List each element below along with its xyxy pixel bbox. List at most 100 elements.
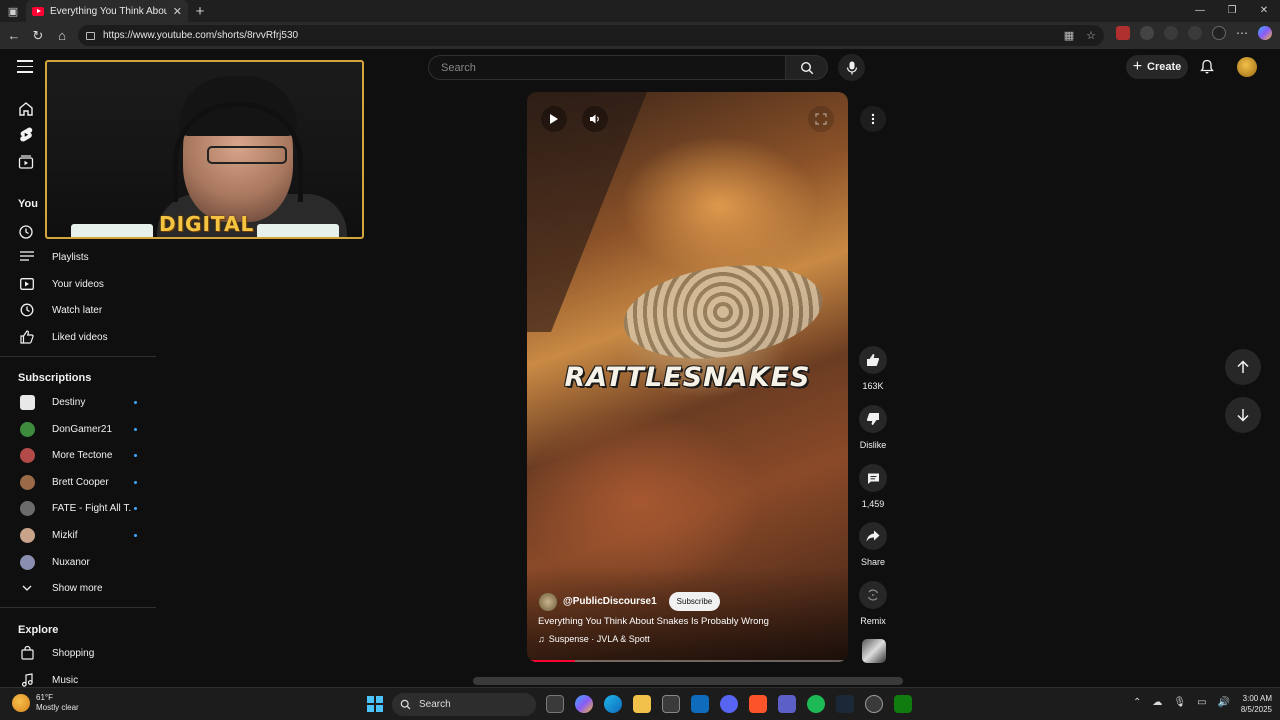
file-explorer-icon[interactable] (633, 695, 651, 713)
store-icon[interactable] (662, 695, 680, 713)
remix-button[interactable]: Remix (855, 581, 891, 626)
subscribe-button[interactable]: Subscribe (668, 592, 721, 611)
shorts-icon[interactable] (17, 126, 35, 144)
sidebar-subscription-destiny[interactable]: Destiny (0, 389, 156, 415)
sidebar-item-music[interactable]: Music (0, 667, 156, 687)
steam-icon[interactable] (836, 695, 854, 713)
home-button[interactable]: ⌂ (50, 28, 74, 43)
spotify-icon[interactable] (807, 695, 825, 713)
chevron-down-icon (22, 585, 32, 591)
sidebar-item-playlists[interactable]: Playlists (0, 244, 156, 270)
extension-icon[interactable] (1140, 26, 1154, 40)
comment-count: 1,459 (861, 499, 885, 509)
shorts-video-player[interactable]: RATTLESNAKES @PublicDiscourse1 Subscribe… (527, 92, 848, 662)
sidebar-subscription-nuxanor[interactable]: Nuxanor (0, 549, 156, 575)
your-videos-icon (20, 278, 34, 290)
search-button[interactable] (786, 55, 828, 80)
app-icon[interactable] (865, 695, 883, 713)
plus-icon: + (1132, 58, 1143, 75)
sidebar-subscription-mizkif[interactable]: Mizkif (0, 522, 156, 548)
browser-tab-active[interactable]: Everything You Think About Snakes Is Pro… (26, 0, 188, 22)
video-progress-bar[interactable] (527, 660, 848, 662)
refresh-button[interactable]: ↻ (26, 28, 50, 44)
music-credit-text: Suspense · JVLA & Spott (548, 634, 650, 644)
task-view-icon[interactable] (546, 695, 564, 713)
like-button[interactable]: 163K (855, 346, 891, 391)
discord-icon[interactable] (720, 695, 738, 713)
taskbar-search[interactable]: Search (392, 693, 536, 716)
close-window-button[interactable]: ✕ (1248, 0, 1280, 22)
brave-browser-icon[interactable] (749, 695, 767, 713)
create-button[interactable]: + Create (1126, 55, 1188, 79)
previous-short-button[interactable] (1225, 349, 1261, 385)
maximize-button[interactable]: ❐ (1216, 0, 1248, 22)
sidebar-item-watch-later[interactable]: Watch later (0, 297, 156, 323)
home-icon[interactable] (17, 100, 35, 118)
sidebar-subscription-more-tectone[interactable]: More Tectone (0, 442, 156, 468)
microphone-icon[interactable]: 🎙 (1173, 697, 1186, 708)
voice-search-button[interactable] (838, 54, 865, 81)
subscriptions-heading[interactable]: Subscriptions (18, 372, 91, 384)
notifications-button[interactable] (1200, 59, 1214, 77)
start-button[interactable] (367, 696, 383, 712)
outlook-icon[interactable] (691, 695, 709, 713)
sidebar-subscription-brett-cooper[interactable]: Brett Cooper (0, 469, 156, 495)
onedrive-icon[interactable]: ☁ (1152, 697, 1162, 708)
chevron-up-icon[interactable]: ⌃ (1133, 697, 1141, 708)
more-options-button[interactable] (860, 106, 886, 132)
music-credit[interactable]: ♫ Suspense · JVLA & Spott (538, 634, 650, 644)
tab-actions-icon[interactable]: ▣ (0, 0, 26, 22)
history-icon[interactable] (17, 223, 35, 241)
edge-browser-icon[interactable] (604, 695, 622, 713)
account-avatar[interactable] (1237, 57, 1257, 77)
favorites-icon[interactable] (1188, 26, 1202, 40)
xbox-icon[interactable] (894, 695, 912, 713)
address-bar[interactable]: https://www.youtube.com/shorts/8rvvRfrj5… (78, 25, 1104, 46)
new-tab-button[interactable]: + (188, 3, 212, 20)
minimize-button[interactable]: — (1184, 0, 1216, 22)
mute-button[interactable] (582, 106, 608, 132)
share-label: Share (860, 557, 886, 567)
taskbar-clock[interactable]: 3:00 AM 8/5/2025 (1232, 693, 1272, 715)
network-icon[interactable]: ▭ (1197, 697, 1206, 708)
sidebar-item-your-videos[interactable]: Your videos (0, 271, 156, 297)
extension-icon[interactable] (1116, 26, 1130, 40)
browser-toolbar: ← ↻ ⌂ https://www.youtube.com/shorts/8rv… (0, 22, 1280, 49)
sidebar-item-liked-videos[interactable]: Liked videos (0, 324, 156, 350)
copilot-icon[interactable] (575, 695, 593, 713)
channel-handle[interactable]: @PublicDiscourse1 (563, 596, 657, 607)
you-heading[interactable]: You (18, 198, 38, 210)
back-button[interactable]: ← (2, 28, 26, 43)
favorite-star-icon[interactable]: ☆ (1086, 29, 1096, 42)
subscriptions-icon[interactable] (17, 153, 35, 171)
extension-icon[interactable] (1164, 26, 1178, 40)
channel-avatar[interactable] (539, 592, 557, 611)
sidebar-item-shopping[interactable]: Shopping (0, 640, 156, 666)
profile-icon[interactable] (1212, 26, 1226, 40)
teams-icon[interactable] (778, 695, 796, 713)
comments-button[interactable]: 1,459 (855, 464, 891, 509)
search-input[interactable]: Search (428, 55, 786, 80)
weather-widget[interactable]: 61°F Mostly clear (12, 693, 79, 713)
hamburger-menu-icon[interactable] (17, 60, 33, 74)
speaker-icon[interactable]: 🔊 (1218, 697, 1230, 708)
horizontal-scrollbar[interactable] (473, 677, 903, 685)
show-more-button[interactable]: Show more (0, 575, 156, 601)
play-button[interactable] (541, 106, 567, 132)
webcam-logo: DIGITAL (159, 212, 255, 236)
video-title[interactable]: Everything You Think About Snakes Is Pro… (538, 616, 769, 627)
fullscreen-button[interactable] (808, 106, 834, 132)
tab-close-icon[interactable]: ✕ (173, 5, 182, 18)
arrow-up-icon (1237, 360, 1249, 373)
dislike-button[interactable]: Dislike (855, 405, 891, 450)
remix-icon (867, 589, 879, 601)
extensions-area: ⋯ (1116, 26, 1272, 40)
next-short-button[interactable] (1225, 397, 1261, 433)
remix-source-thumbnail[interactable] (862, 639, 886, 663)
copilot-icon[interactable] (1258, 26, 1272, 40)
share-button[interactable]: Share (855, 522, 891, 567)
sidebar-subscription-dongamer21[interactable]: DonGamer21 (0, 416, 156, 442)
more-menu-icon[interactable]: ⋯ (1236, 26, 1248, 40)
reader-view-icon[interactable]: ▦ (1064, 29, 1074, 42)
sidebar-subscription-fate[interactable]: FATE - Fight All T... (0, 495, 156, 521)
